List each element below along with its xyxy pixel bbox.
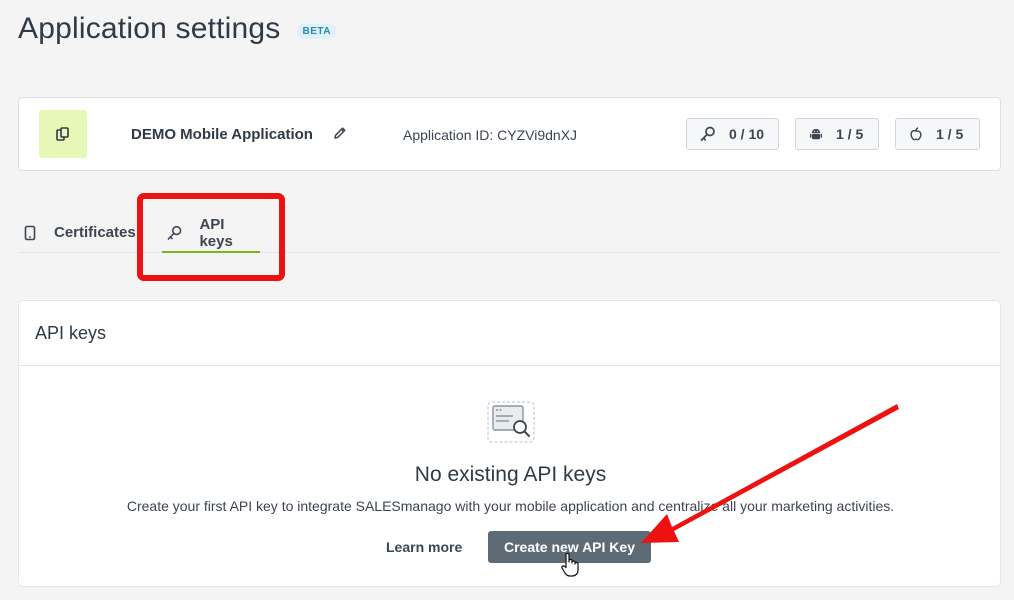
api-keys-count-badge[interactable]: 0 / 10	[686, 118, 779, 150]
edit-pencil-icon[interactable]	[332, 125, 348, 141]
annotation-highlight-box	[137, 193, 285, 281]
apple-icon	[910, 127, 922, 141]
application-id: Application ID: CYZVi9dnXJ	[403, 127, 578, 143]
empty-state-title: No existing API keys	[414, 463, 607, 486]
key-icon	[700, 126, 715, 141]
mobile-app-icon	[56, 127, 69, 141]
android-count-badge[interactable]: 1 / 5	[795, 118, 879, 150]
api-keys-card: API keys No existing API keys Create you…	[18, 300, 1001, 587]
api-keys-count: 0 / 10	[728, 126, 765, 142]
api-keys-card-header: API keys	[19, 301, 1000, 366]
app-icon	[39, 110, 87, 158]
empty-state-search-icon	[487, 401, 535, 448]
learn-more-link[interactable]: Learn more	[386, 539, 462, 555]
ios-count-badge[interactable]: 1 / 5	[895, 118, 980, 150]
app-name: DEMO Mobile Application	[131, 126, 313, 143]
page-header: Application settings BETA	[18, 12, 337, 46]
ios-count: 1 / 5	[936, 126, 964, 142]
empty-state-description: Create your first API key to integrate S…	[126, 498, 895, 514]
create-new-api-key-button[interactable]: Create new API Key	[488, 531, 651, 563]
beta-badge: BETA	[296, 23, 337, 39]
android-count: 1 / 5	[836, 126, 864, 142]
tab-certificates[interactable]: Certificates	[24, 212, 136, 253]
page-title: Application settings	[18, 12, 281, 45]
tab-certificates-label: Certificates	[54, 224, 136, 241]
application-card: DEMO Mobile Application Application ID: …	[18, 97, 1001, 171]
android-icon	[810, 129, 822, 140]
mobile-icon	[24, 225, 36, 240]
